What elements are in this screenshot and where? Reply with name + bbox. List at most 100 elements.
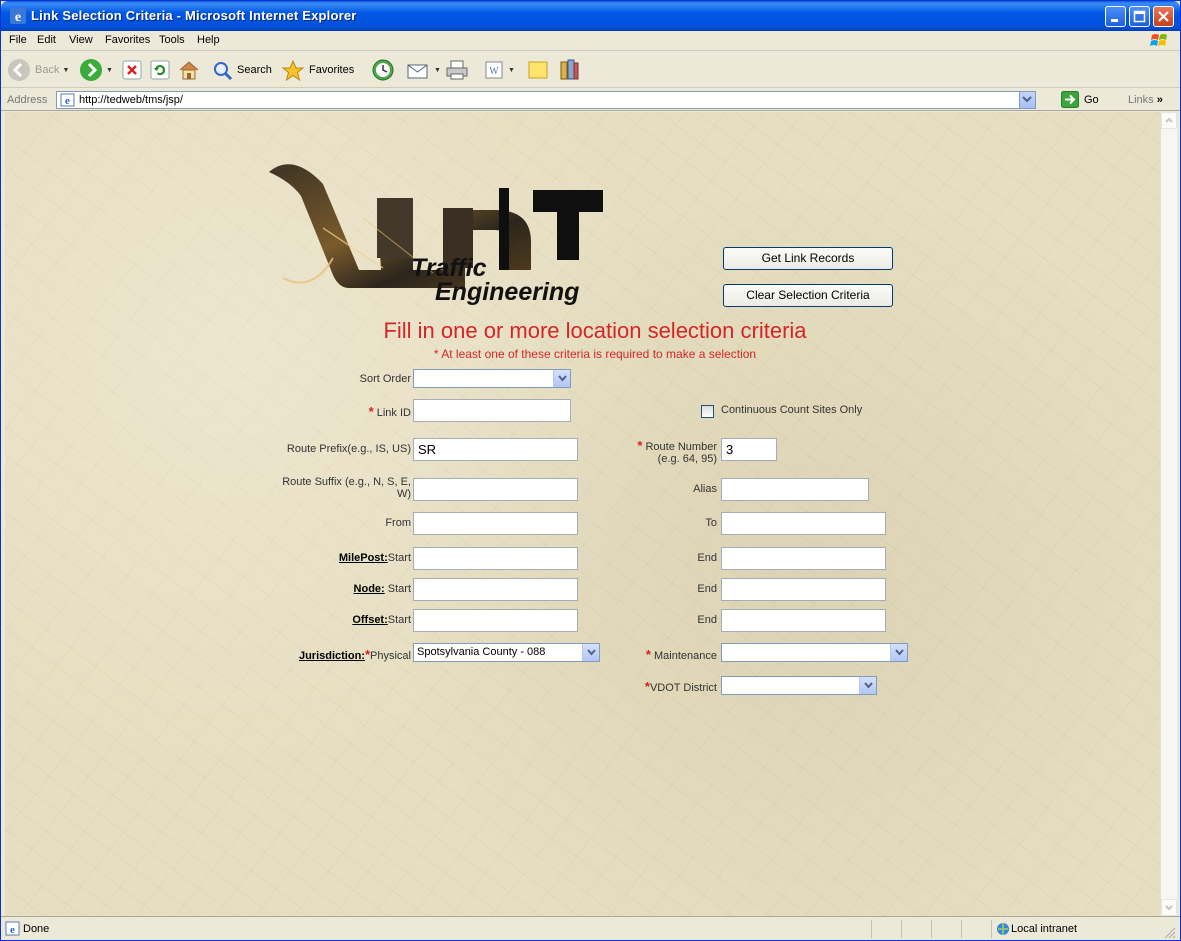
menu-tools[interactable]: Tools bbox=[159, 34, 185, 46]
sort-order-dropdown-button[interactable] bbox=[553, 370, 570, 387]
page-done-icon: e bbox=[5, 921, 20, 936]
continuous-count-checkbox[interactable] bbox=[701, 405, 714, 418]
minimize-icon bbox=[1111, 19, 1118, 22]
vdot-district-dropdown-button[interactable] bbox=[859, 677, 876, 694]
offset-link[interactable]: Offset: bbox=[352, 614, 387, 626]
maximize-button[interactable] bbox=[1129, 6, 1150, 27]
offset-start-label: Start bbox=[387, 614, 411, 626]
favorites-label: Favorites bbox=[309, 64, 355, 76]
local-intranet-icon bbox=[997, 923, 1009, 935]
maintenance-dropdown-button[interactable] bbox=[890, 644, 907, 661]
from-input[interactable] bbox=[413, 512, 578, 535]
go-arrow-icon bbox=[1061, 91, 1079, 108]
security-zone: Local intranet bbox=[1011, 923, 1078, 935]
physical-jurisdiction-select[interactable]: Spotsylvania County - 088 bbox=[413, 643, 600, 662]
physical-dropdown-button[interactable] bbox=[582, 644, 599, 661]
go-label: Go bbox=[1084, 93, 1099, 106]
favorites-button[interactable]: Favorites bbox=[281, 56, 354, 84]
scroll-down-button[interactable] bbox=[1161, 899, 1177, 916]
svg-text:W: W bbox=[489, 66, 499, 77]
route-number-example: (e.g. 64, 95) bbox=[657, 453, 717, 465]
address-dropdown-button[interactable] bbox=[1019, 92, 1035, 108]
chevron-down-icon bbox=[558, 375, 567, 382]
mail-dropdown-icon[interactable]: ▼ bbox=[434, 67, 441, 74]
offset-end-input[interactable] bbox=[721, 609, 886, 632]
stop-button[interactable] bbox=[121, 56, 143, 84]
route-prefix-input[interactable] bbox=[413, 438, 578, 461]
chevron-down-icon bbox=[895, 649, 904, 656]
search-icon bbox=[214, 62, 233, 81]
chevron-down-icon bbox=[587, 649, 596, 656]
back-dropdown-icon[interactable]: ▼ bbox=[62, 67, 69, 74]
address-bar: Address e http://tedweb/tms/jsp/ Go Link… bbox=[1, 89, 1180, 111]
route-suffix-input[interactable] bbox=[413, 478, 578, 501]
toolbar: Back ▼ ▼ Search Favorites ▼ W ▼ bbox=[1, 52, 1180, 88]
edit-dropdown-icon[interactable]: ▼ bbox=[508, 67, 515, 74]
menu-file[interactable]: File bbox=[9, 34, 27, 46]
physical-label: Physical bbox=[370, 650, 411, 662]
node-link[interactable]: Node: bbox=[354, 583, 385, 595]
chevron-up-icon bbox=[1165, 117, 1173, 123]
search-button[interactable]: Search bbox=[211, 56, 272, 84]
milepost-start-input[interactable] bbox=[413, 547, 578, 570]
page-icon: e bbox=[60, 93, 75, 107]
menu-favorites[interactable]: Favorites bbox=[105, 34, 150, 46]
milepost-end-input[interactable] bbox=[721, 547, 886, 570]
go-button[interactable]: Go bbox=[1061, 91, 1099, 108]
refresh-icon bbox=[150, 60, 170, 80]
forward-dropdown-icon[interactable]: ▼ bbox=[106, 67, 113, 74]
node-end-label: End bbox=[697, 583, 717, 595]
title-bar[interactable]: e Link Selection Criteria - Microsoft In… bbox=[1, 1, 1180, 31]
menu-help[interactable]: Help bbox=[197, 34, 220, 46]
status-divider bbox=[931, 920, 932, 938]
vdot-district-select[interactable] bbox=[721, 676, 877, 695]
to-input[interactable] bbox=[721, 512, 886, 535]
from-label: From bbox=[385, 517, 411, 529]
print-button[interactable] bbox=[445, 56, 469, 84]
maintenance-label: * Maintenance bbox=[605, 647, 717, 662]
research-button[interactable] bbox=[557, 56, 581, 84]
route-number-input[interactable] bbox=[721, 438, 777, 461]
alias-input[interactable] bbox=[721, 478, 869, 501]
links-toolbar[interactable]: Links » bbox=[1128, 94, 1163, 106]
stop-icon bbox=[122, 60, 142, 80]
link-id-input[interactable] bbox=[413, 399, 571, 422]
scroll-up-button[interactable] bbox=[1161, 112, 1177, 129]
back-button[interactable]: Back ▼ bbox=[7, 56, 69, 84]
chevron-down-icon bbox=[1165, 905, 1173, 911]
node-label: Node: Start bbox=[285, 583, 411, 595]
offset-start-input[interactable] bbox=[413, 609, 578, 632]
status-divider bbox=[871, 920, 872, 938]
home-button[interactable] bbox=[177, 56, 201, 84]
vertical-scrollbar[interactable] bbox=[1160, 112, 1177, 916]
edit-button[interactable]: W ▼ bbox=[483, 56, 515, 84]
window-title: Link Selection Criteria - Microsoft Inte… bbox=[31, 8, 357, 23]
refresh-button[interactable] bbox=[149, 56, 171, 84]
mail-button[interactable]: ▼ bbox=[405, 56, 441, 84]
menu-edit[interactable]: Edit bbox=[37, 34, 56, 46]
to-label: To bbox=[705, 517, 717, 529]
back-label: Back bbox=[35, 64, 60, 76]
back-arrow-icon bbox=[8, 59, 30, 81]
get-link-records-button[interactable]: Get Link Records bbox=[723, 247, 893, 270]
jurisdiction-link[interactable]: Jurisdiction: bbox=[299, 650, 365, 662]
history-button[interactable] bbox=[371, 56, 395, 84]
node-start-input[interactable] bbox=[413, 578, 578, 601]
milepost-link[interactable]: MilePost: bbox=[339, 552, 388, 564]
offset-label: Offset:Start bbox=[285, 614, 411, 626]
resize-grip-icon[interactable] bbox=[1164, 927, 1176, 939]
sort-order-select[interactable] bbox=[413, 369, 571, 388]
search-label: Search bbox=[237, 64, 272, 76]
maintenance-select[interactable] bbox=[721, 643, 908, 662]
node-end-input[interactable] bbox=[721, 578, 886, 601]
minimize-button[interactable] bbox=[1105, 6, 1126, 27]
menu-view[interactable]: View bbox=[69, 34, 93, 46]
forward-arrow-icon bbox=[80, 59, 102, 81]
discuss-button[interactable] bbox=[527, 56, 549, 84]
forward-button[interactable]: ▼ bbox=[79, 56, 113, 84]
close-button[interactable] bbox=[1153, 6, 1174, 27]
clear-selection-button[interactable]: Clear Selection Criteria bbox=[723, 284, 893, 307]
address-input[interactable]: e http://tedweb/tms/jsp/ bbox=[56, 91, 1036, 109]
milepost-start-label: Start bbox=[387, 552, 411, 564]
research-icon bbox=[560, 59, 579, 80]
